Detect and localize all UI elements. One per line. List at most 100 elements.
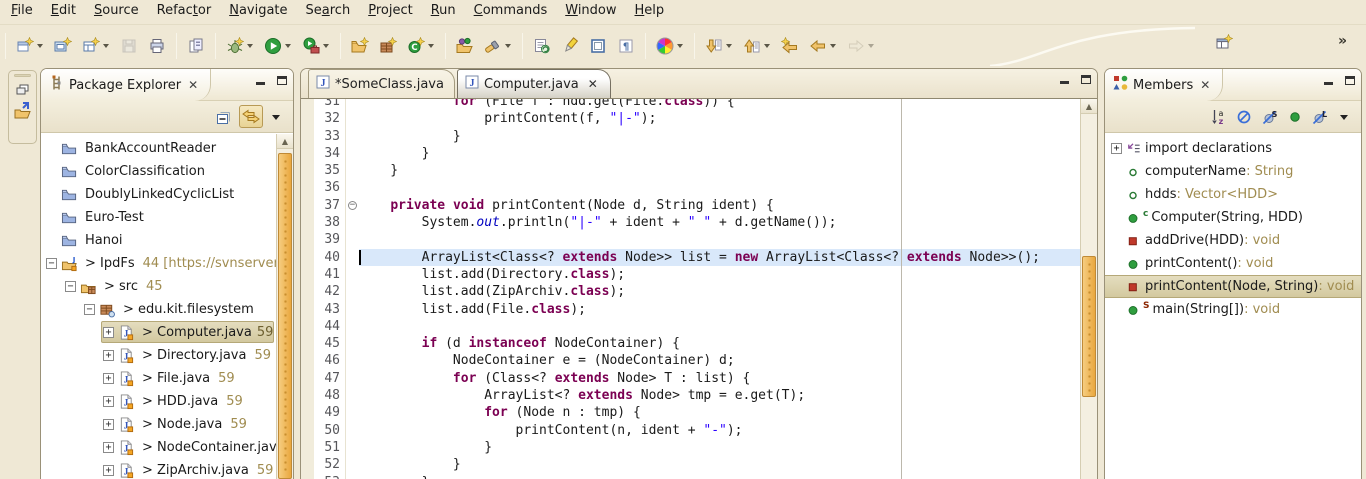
tree-item-colorclassification[interactable]: ColorClassification bbox=[41, 160, 276, 183]
minimize-view-button[interactable] bbox=[1322, 75, 1335, 88]
close-tab-icon[interactable]: ✕ bbox=[586, 77, 600, 91]
member-item-import-declarations[interactable]: +import declarations bbox=[1105, 137, 1361, 160]
code-line-48[interactable]: 48 ArrayList<? extends Node> tmp = e.get… bbox=[301, 387, 1080, 404]
view-menu-button[interactable] bbox=[267, 107, 285, 127]
new-class-button[interactable]: C bbox=[404, 34, 438, 58]
expand-node-icon[interactable]: + bbox=[1111, 143, 1122, 154]
tree-item-node-java[interactable]: +J> Node.java59 bbox=[41, 413, 276, 436]
menu-window[interactable]: Window bbox=[556, 0, 625, 24]
tree-item-ipdfs[interactable]: −J> IpdFs44 [https://svnserver.i bbox=[41, 252, 276, 275]
member-item-printcontent-[interactable]: printContent() : void bbox=[1105, 252, 1361, 275]
code-line-47[interactable]: 47 for (Class<? extends Node> T : list) … bbox=[301, 370, 1080, 387]
synchronize-button[interactable] bbox=[530, 34, 554, 58]
editor-tab-computer-java[interactable]: JComputer.java✕ bbox=[457, 69, 611, 98]
tree-item-ziparchiv-java[interactable]: +J> ZipArchiv.java59 bbox=[41, 459, 276, 479]
back-button[interactable] bbox=[806, 34, 840, 58]
code-text[interactable] bbox=[359, 318, 1080, 335]
code-text[interactable]: for (File f : hdd.get(File.class)) { bbox=[359, 99, 1080, 110]
new-button[interactable] bbox=[13, 34, 47, 58]
open-type-button[interactable] bbox=[453, 34, 477, 58]
expand-node-icon[interactable]: + bbox=[103, 373, 114, 384]
code-text[interactable]: list.add(Directory.class); bbox=[359, 266, 1080, 283]
tree-item-doublylinkedcycliclist[interactable]: DoublyLinkedCyclicList bbox=[41, 183, 276, 206]
code-line-38[interactable]: 38 System.out.println("|-" + ident + " "… bbox=[301, 214, 1080, 231]
dropdown-caret-icon[interactable] bbox=[830, 44, 836, 51]
code-text[interactable]: } bbox=[359, 162, 1080, 179]
expand-node-icon[interactable]: + bbox=[103, 419, 114, 430]
package-explorer-tab[interactable]: Package Explorer ✕ bbox=[41, 69, 211, 101]
member-item-main-string-[interactable]: Smain(String[]) : void bbox=[1105, 298, 1361, 321]
code-text[interactable]: } bbox=[359, 145, 1080, 162]
tree-item-euro-test[interactable]: Euro-Test bbox=[41, 206, 276, 229]
members-tab[interactable]: Members ✕ bbox=[1105, 69, 1223, 101]
restore-view-button[interactable] bbox=[9, 83, 36, 97]
member-item-computer-string-hdd-[interactable]: cComputer(String, HDD) bbox=[1105, 206, 1361, 229]
dropdown-caret-icon[interactable] bbox=[677, 44, 683, 51]
code-line-40[interactable]: 40 ArrayList<Class<? extends Node>> list… bbox=[301, 249, 1080, 266]
debug-button[interactable] bbox=[223, 34, 257, 58]
new-package-button[interactable] bbox=[376, 34, 400, 58]
open-perspective-button[interactable] bbox=[1212, 31, 1236, 55]
dropdown-caret-icon[interactable] bbox=[103, 44, 109, 51]
code-text[interactable]: } bbox=[359, 456, 1080, 473]
new-window-button[interactable] bbox=[51, 34, 75, 58]
menu-refactor[interactable]: Refactor bbox=[148, 0, 221, 24]
next-annotation-button[interactable] bbox=[702, 34, 736, 58]
code-text[interactable]: ArrayList<Class<? extends Node>> list = … bbox=[359, 249, 1080, 266]
member-item-computername[interactable]: computerName : String bbox=[1105, 160, 1361, 183]
dropdown-caret-icon[interactable] bbox=[285, 44, 291, 51]
code-text[interactable]: for (Class<? extends Node> T : list) { bbox=[359, 370, 1080, 387]
dropdown-caret-icon[interactable] bbox=[37, 44, 43, 51]
menu-commands[interactable]: Commands bbox=[465, 0, 557, 24]
dropdown-caret-icon[interactable] bbox=[428, 44, 434, 51]
code-text[interactable]: if (d instanceof NodeContainer) { bbox=[359, 335, 1080, 352]
code-editor[interactable]: 31 for (File f : hdd.get(File.class)) { 3… bbox=[301, 99, 1080, 479]
member-item-hdds[interactable]: hdds : Vector<HDD> bbox=[1105, 183, 1361, 206]
minimize-editor-button[interactable] bbox=[1058, 74, 1071, 87]
tree-item-directory-java[interactable]: +J> Directory.java59 bbox=[41, 344, 276, 367]
color-palette-button[interactable] bbox=[653, 34, 687, 58]
scrollbar-thumb[interactable] bbox=[278, 153, 292, 479]
dropdown-caret-icon[interactable] bbox=[868, 44, 874, 51]
mark-occurrences-button[interactable] bbox=[558, 34, 582, 58]
hide-local-types-button[interactable]: L bbox=[1309, 106, 1331, 128]
view-menu-button[interactable] bbox=[1335, 107, 1353, 127]
code-line-44[interactable]: 44 bbox=[301, 318, 1080, 335]
collapse-node-icon[interactable]: − bbox=[65, 281, 76, 292]
code-text[interactable]: ArrayList<? extends Node> tmp = e.get(T)… bbox=[359, 387, 1080, 404]
show-editor-button[interactable] bbox=[586, 34, 610, 58]
maximize-view-button[interactable] bbox=[1343, 75, 1356, 88]
code-text[interactable]: NodeContainer e = (NodeContainer) d; bbox=[359, 352, 1080, 369]
dropdown-caret-icon[interactable] bbox=[764, 44, 770, 51]
hide-non-public-button[interactable] bbox=[1285, 106, 1305, 128]
show-whitespace-button[interactable]: ¶ bbox=[614, 34, 638, 58]
code-line-36[interactable]: 36 bbox=[301, 179, 1080, 196]
fast-view-drag-handle[interactable] bbox=[14, 74, 31, 77]
tree-item-file-java[interactable]: +J> File.java59 bbox=[41, 367, 276, 390]
save-all-button[interactable] bbox=[184, 34, 208, 58]
menu-search[interactable]: Search bbox=[297, 0, 360, 24]
scrollbar-thumb[interactable] bbox=[1082, 256, 1096, 397]
open-resource-perspective-icon[interactable] bbox=[9, 101, 36, 120]
tree-item-hdd-java[interactable]: +J> HDD.java59 bbox=[41, 390, 276, 413]
close-view-icon[interactable]: ✕ bbox=[1198, 78, 1212, 92]
code-text[interactable]: list.add(ZipArchiv.class); bbox=[359, 283, 1080, 300]
code-text[interactable]: private void printContent(Node d, String… bbox=[359, 197, 1080, 214]
code-line-52[interactable]: 52 } bbox=[301, 456, 1080, 473]
menu-file[interactable]: File bbox=[2, 0, 42, 24]
code-line-49[interactable]: 49 for (Node n : tmp) { bbox=[301, 404, 1080, 421]
package-explorer-scrollbar[interactable]: ▲ bbox=[276, 134, 293, 479]
menu-run[interactable]: Run bbox=[422, 0, 465, 24]
code-text[interactable]: printContent(f, "|-"); bbox=[359, 110, 1080, 127]
code-text[interactable]: } bbox=[359, 439, 1080, 456]
expand-node-icon[interactable]: + bbox=[103, 465, 114, 476]
new-view-button[interactable] bbox=[79, 34, 113, 58]
code-text[interactable]: printContent(n, ident + "-"); bbox=[359, 422, 1080, 439]
hide-static-button[interactable]: S bbox=[1259, 106, 1281, 128]
code-text[interactable]: } bbox=[359, 128, 1080, 145]
editor-scrollbar[interactable]: ▲ bbox=[1080, 99, 1097, 479]
minimize-view-button[interactable] bbox=[254, 75, 267, 88]
code-line-51[interactable]: 51 } bbox=[301, 439, 1080, 456]
menu-edit[interactable]: Edit bbox=[42, 0, 85, 24]
code-line-31[interactable]: 31 for (File f : hdd.get(File.class)) { bbox=[301, 99, 1080, 110]
